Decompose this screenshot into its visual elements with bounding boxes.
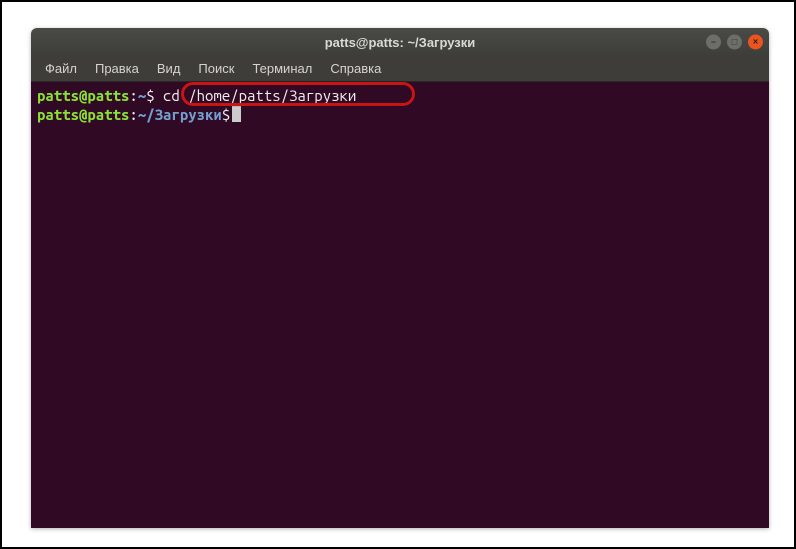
terminal-viewport[interactable]: patts@patts:~$ cd /home/patts/Загрузки p…: [31, 82, 769, 528]
prompt-colon: :: [129, 106, 137, 123]
terminal-line-2: patts@patts:~/Загрузки$: [37, 105, 763, 124]
terminal-line-1: patts@patts:~$ cd /home/patts/Загрузки: [37, 86, 763, 105]
menu-view-label: Вид: [157, 61, 181, 76]
minimize-button[interactable]: –: [706, 35, 721, 50]
menu-file[interactable]: Файл: [37, 59, 85, 78]
window-controls: – □ ×: [706, 35, 763, 50]
close-icon: ×: [753, 38, 758, 47]
prompt-dollar: $: [146, 87, 163, 104]
menu-terminal-label: Терминал: [252, 61, 312, 76]
minimize-icon: –: [711, 38, 716, 47]
menu-help[interactable]: Справка: [322, 59, 389, 78]
menu-search-label: Поиск: [198, 61, 234, 76]
menu-file-label: Файл: [45, 61, 77, 76]
menu-edit-label: Правка: [95, 61, 139, 76]
titlebar: patts@patts: ~/Загрузки – □ ×: [31, 28, 769, 56]
maximize-button[interactable]: □: [727, 35, 742, 50]
prompt-colon: :: [129, 87, 137, 104]
window-title: patts@patts: ~/Загрузки: [325, 35, 476, 50]
screenshot-outer-frame: patts@patts: ~/Загрузки – □ × Файл Правк…: [0, 0, 796, 549]
prompt-path: ~/Загрузки: [138, 106, 222, 123]
menu-search[interactable]: Поиск: [190, 59, 242, 78]
menu-edit[interactable]: Правка: [87, 59, 147, 78]
prompt-dollar: $: [222, 106, 230, 123]
prompt-user-host: patts@patts: [37, 87, 129, 104]
menu-view[interactable]: Вид: [149, 59, 189, 78]
terminal-window: patts@patts: ~/Загрузки – □ × Файл Правк…: [31, 28, 769, 528]
menubar: Файл Правка Вид Поиск Терминал Справка: [31, 56, 769, 82]
menu-help-label: Справка: [330, 61, 381, 76]
command-text: cd /home/patts/Загрузки: [163, 87, 356, 104]
close-button[interactable]: ×: [748, 35, 763, 50]
menu-terminal[interactable]: Терминал: [244, 59, 320, 78]
maximize-icon: □: [732, 38, 737, 47]
cursor-icon: [232, 106, 241, 122]
prompt-user-host: patts@patts: [37, 106, 129, 123]
prompt-path: ~: [138, 87, 146, 104]
